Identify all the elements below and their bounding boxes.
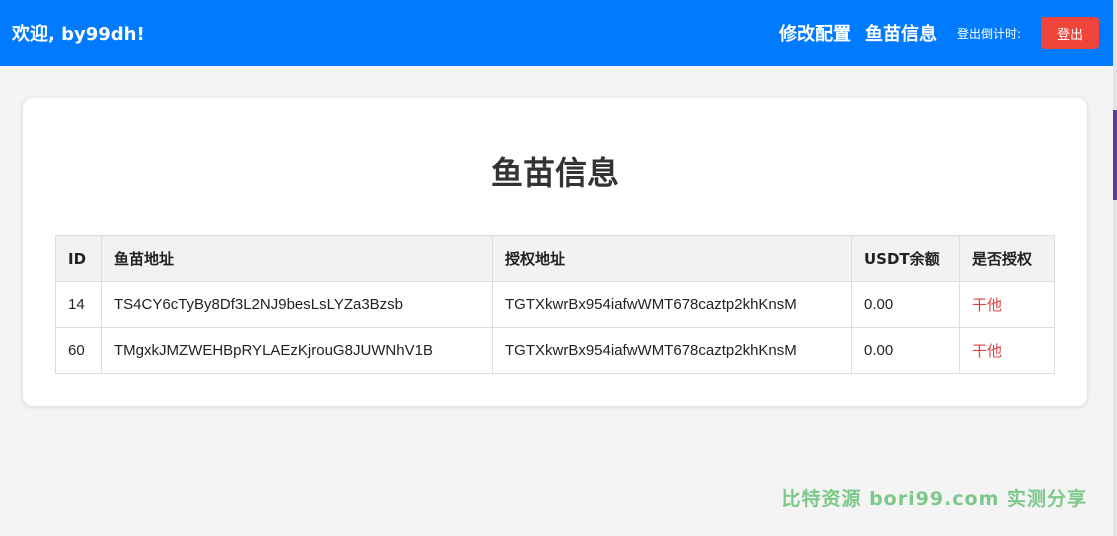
nav-edit-config[interactable]: 修改配置 (779, 20, 851, 46)
table-header-row: ID 鱼苗地址 授权地址 USDT余额 是否授权 (55, 235, 1055, 282)
fish-table: ID 鱼苗地址 授权地址 USDT余额 是否授权 14 TS4CY6cTyBy8… (55, 235, 1055, 374)
cell-id: 60 (55, 327, 102, 374)
scrollbar-thumb[interactable] (1113, 110, 1117, 200)
col-header-auth-address: 授权地址 (492, 235, 852, 282)
logout-button[interactable]: 登出 (1041, 17, 1099, 49)
fish-info-card: 鱼苗信息 ID 鱼苗地址 授权地址 USDT余额 是否授权 14 TS4CY6c… (23, 98, 1087, 406)
col-header-usdt-balance: USDT余额 (851, 235, 960, 282)
cell-authorize-action[interactable]: 干他 (959, 327, 1055, 374)
cell-usdt-balance: 0.00 (851, 327, 960, 374)
cell-authorize-action[interactable]: 干他 (959, 281, 1055, 328)
table-row: 60 TMgxkJMZWEHBpRYLAEzKjrouG8JUWNhV1B TG… (55, 327, 1055, 374)
cell-fish-address: TMgxkJMZWEHBpRYLAEzKjrouG8JUWNhV1B (101, 327, 493, 374)
cell-auth-address: TGTXkwrBx954iafwWMT678caztp2khKnsM (492, 327, 852, 374)
scrollbar[interactable] (1113, 0, 1117, 536)
col-header-fish-address: 鱼苗地址 (101, 235, 493, 282)
logout-countdown: 登出倒计时: (956, 26, 1021, 41)
cell-fish-address: TS4CY6cTyBy8Df3L2NJ9besLsLYZa3Bzsb (101, 281, 493, 328)
col-header-authorized: 是否授权 (959, 235, 1055, 282)
table-row: 14 TS4CY6cTyBy8Df3L2NJ9besLsLYZa3Bzsb TG… (55, 281, 1055, 328)
page-title: 鱼苗信息 (490, 154, 619, 192)
watermark: 比特资源 bori99.com 实测分享 (781, 488, 1087, 510)
nav-fish-info[interactable]: 鱼苗信息 (865, 20, 937, 46)
top-navbar: 欢迎, by99dh! 修改配置 鱼苗信息 登出倒计时: 登出 (0, 0, 1113, 66)
cell-auth-address: TGTXkwrBx954iafwWMT678caztp2khKnsM (492, 281, 852, 328)
nav-right: 修改配置 鱼苗信息 登出倒计时: 登出 (765, 17, 1099, 49)
welcome-text: 欢迎, by99dh! (12, 24, 145, 45)
col-header-id: ID (55, 235, 102, 282)
cell-id: 14 (55, 281, 102, 328)
cell-usdt-balance: 0.00 (851, 281, 960, 328)
